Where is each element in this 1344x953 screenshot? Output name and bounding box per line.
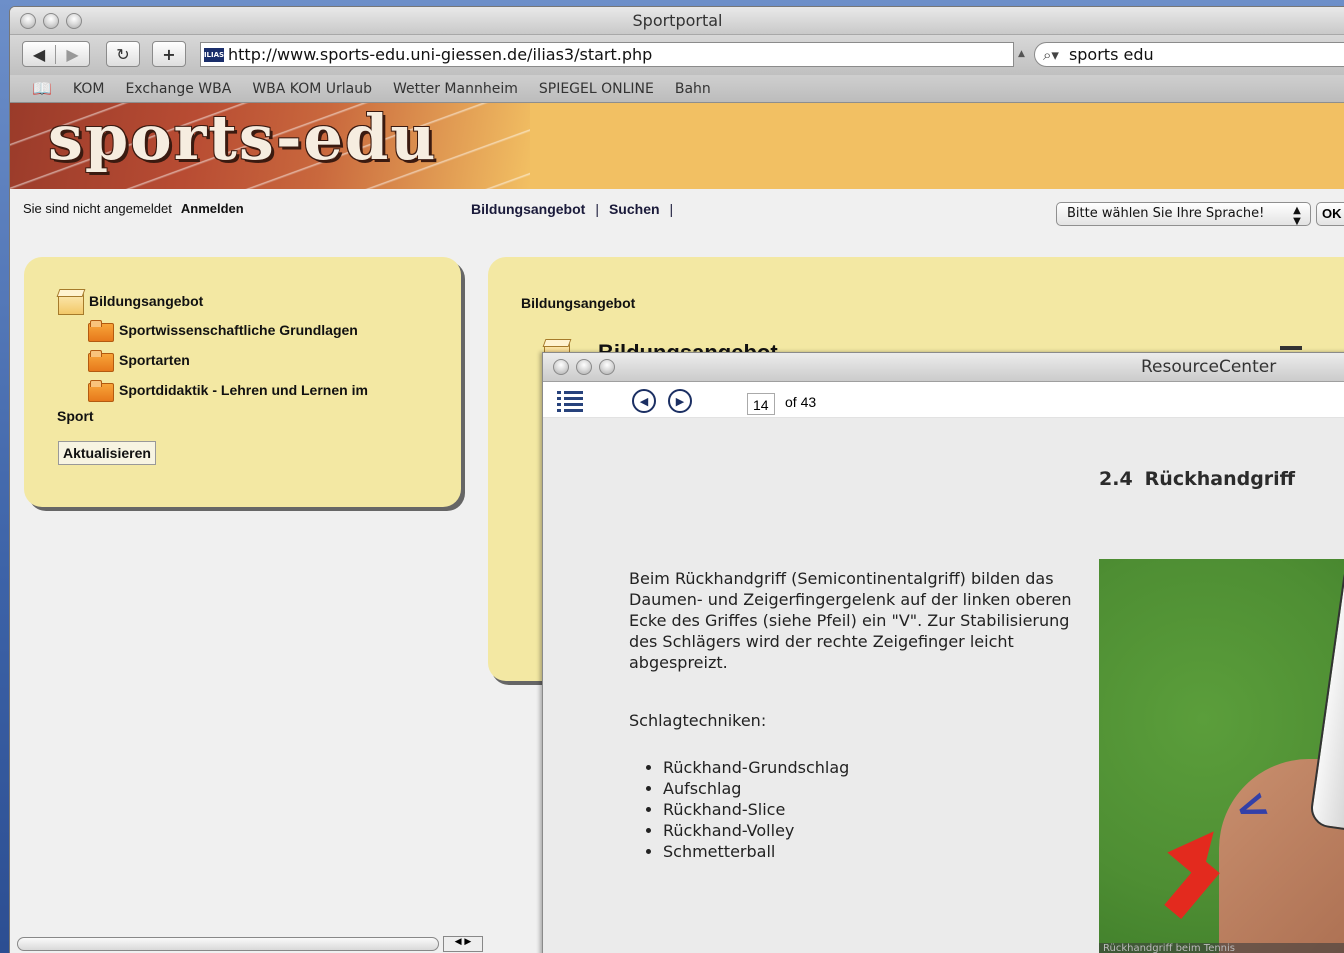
- search-value[interactable]: sports edu: [1069, 45, 1154, 64]
- minimize-window-button[interactable]: [576, 359, 592, 375]
- tree-item-sportdidaktik[interactable]: Sportdidaktik - Lehren und Lernen im: [87, 380, 368, 402]
- window-controls: [553, 359, 615, 375]
- resource-center-titlebar: ResourceCenter: [543, 353, 1344, 382]
- nav-link-bildungsangebot[interactable]: Bildungsangebot: [471, 201, 585, 217]
- address-dropdown-icon[interactable]: ▲: [1018, 49, 1025, 59]
- list-item: Schmetterball: [663, 841, 849, 862]
- folder-icon: [87, 350, 114, 372]
- section-heading: 2.4 Rückhandgriff: [1099, 468, 1295, 490]
- login-status-text: Sie sind nicht angemeldet: [23, 201, 172, 216]
- tree-item-sportarten[interactable]: Sportarten: [87, 350, 190, 372]
- repository-icon: [57, 289, 84, 315]
- panel-menu-icon[interactable]: [1280, 346, 1302, 350]
- resource-center-content: 2.4 Rückhandgriff Beim Rückhandgriff (Sem…: [543, 418, 1344, 953]
- horizontal-scrollbar[interactable]: ◀ ▶: [17, 935, 483, 953]
- next-page-icon[interactable]: ▶: [668, 389, 692, 413]
- list-item: Rückhand-Volley: [663, 820, 849, 841]
- browser-toolbar: ◀ ▶ ↻ + ILIAS http://www.sports-edu.uni-…: [10, 35, 1344, 75]
- site-logo[interactable]: sports-edu: [48, 103, 437, 174]
- previous-page-icon[interactable]: ◀: [632, 389, 656, 413]
- browser-titlebar: Sportportal: [10, 7, 1344, 35]
- language-select-value: Bitte wählen Sie Ihre Sprache!: [1067, 206, 1265, 221]
- bookmark-item[interactable]: WBA KOM Urlaub: [252, 81, 372, 97]
- close-window-button[interactable]: [553, 359, 569, 375]
- list-item: Rückhand-Slice: [663, 799, 849, 820]
- list-item: Aufschlag: [663, 778, 849, 799]
- site-navbar: Sie sind nicht angemeldet Anmelden Bildun…: [10, 189, 1344, 235]
- page-count: of 43: [785, 394, 817, 410]
- back-arrow-icon[interactable]: ◀: [23, 44, 56, 64]
- login-link[interactable]: Anmelden: [181, 201, 244, 216]
- folder-icon: [87, 380, 114, 402]
- section-paragraph: Beim Rückhandgriff (Semicontinentalgriff…: [629, 569, 1072, 672]
- course-tree-panel: Bildungsangebot Sportwissenschaftliche G…: [24, 257, 461, 507]
- update-button[interactable]: Aktualisieren: [58, 441, 156, 465]
- tree-item-label: Bildungsangebot: [89, 293, 204, 309]
- tree-item-sportdidaktik-cont[interactable]: Sport: [57, 408, 94, 424]
- site-banner: sports-edu: [10, 103, 1344, 189]
- tree-item-label: Sportdidaktik - Lehren und Lernen im: [119, 382, 368, 398]
- section-number: 2.4: [1099, 468, 1133, 490]
- image-caption: Rückhandgriff beim Tennis: [1099, 943, 1344, 953]
- address-bar[interactable]: ILIAS http://www.sports-edu.uni-giessen.…: [200, 42, 1014, 67]
- resource-center-toolbar: ◀ ▶ 14 of 43: [543, 382, 1344, 418]
- search-icon: ⌕▾: [1043, 45, 1059, 64]
- window-title: Sportportal: [632, 11, 723, 30]
- forward-arrow-icon[interactable]: ▶: [56, 45, 89, 64]
- main-nav: Bildungsangebot | Suchen |: [471, 201, 683, 217]
- scroll-arrows-icon[interactable]: ◀ ▶: [443, 936, 483, 952]
- login-status: Sie sind nicht angemeldet Anmelden: [23, 201, 244, 216]
- search-field[interactable]: ⌕▾ sports edu: [1034, 42, 1344, 67]
- bookmark-item[interactable]: KOM: [73, 81, 105, 97]
- select-arrows-icon: ▲ ▼: [1293, 205, 1301, 227]
- breadcrumb[interactable]: Bildungsangebot: [521, 295, 635, 311]
- nav-separator: |: [669, 201, 674, 217]
- address-url[interactable]: http://www.sports-edu.uni-giessen.de/ili…: [228, 45, 652, 64]
- site-favicon-icon: ILIAS: [204, 47, 224, 62]
- bookmark-item[interactable]: Exchange WBA: [125, 81, 231, 97]
- page-number-input[interactable]: 14: [747, 393, 775, 415]
- tree-item-label: Sportwissenschaftliche Grundlagen: [119, 322, 358, 338]
- resource-center-window: ResourceCenter ◀ ▶ 14 of 43 2.4 Rückhandg…: [542, 352, 1344, 953]
- bookmark-item[interactable]: Wetter Mannheim: [393, 81, 518, 97]
- resource-center-title: ResourceCenter: [1141, 357, 1277, 377]
- nav-separator: |: [595, 201, 599, 217]
- section-title: Rückhandgriff: [1144, 468, 1296, 490]
- tree-item-root[interactable]: Bildungsangebot: [57, 289, 204, 315]
- bookmarks-bar: 📖 KOM Exchange WBA WBA KOM Urlaub Wetter…: [10, 75, 1344, 103]
- add-bookmark-icon[interactable]: +: [152, 41, 186, 67]
- tree-item-grundlagen[interactable]: Sportwissenschaftliche Grundlagen: [87, 320, 358, 342]
- bookmark-item[interactable]: Bahn: [675, 81, 711, 97]
- bookmark-item[interactable]: SPIEGEL ONLINE: [539, 81, 654, 97]
- bookmarks-book-icon[interactable]: 📖: [32, 79, 52, 98]
- folder-icon: [87, 320, 114, 342]
- list-item: Rückhand-Grundschlag: [663, 757, 849, 778]
- racket-handle-image: [1308, 559, 1344, 831]
- techniques-heading: Schlagtechniken:: [629, 711, 767, 730]
- back-forward-buttons: ◀ ▶: [22, 41, 90, 67]
- zoom-window-button[interactable]: [599, 359, 615, 375]
- tree-item-label: Sportarten: [119, 352, 190, 368]
- techniques-list: Rückhand-Grundschlag Aufschlag Rückhand-…: [663, 757, 849, 862]
- nav-link-suchen[interactable]: Suchen: [609, 201, 660, 217]
- reload-icon[interactable]: ↻: [106, 41, 140, 67]
- scrollbar-track[interactable]: [17, 937, 439, 951]
- backhand-grip-photo: < Rückhandgriff beim Tennis: [1099, 559, 1344, 953]
- table-of-contents-icon[interactable]: [557, 391, 583, 413]
- language-select[interactable]: Bitte wählen Sie Ihre Sprache! ▲ ▼: [1056, 202, 1311, 227]
- ok-button[interactable]: OK: [1316, 202, 1344, 226]
